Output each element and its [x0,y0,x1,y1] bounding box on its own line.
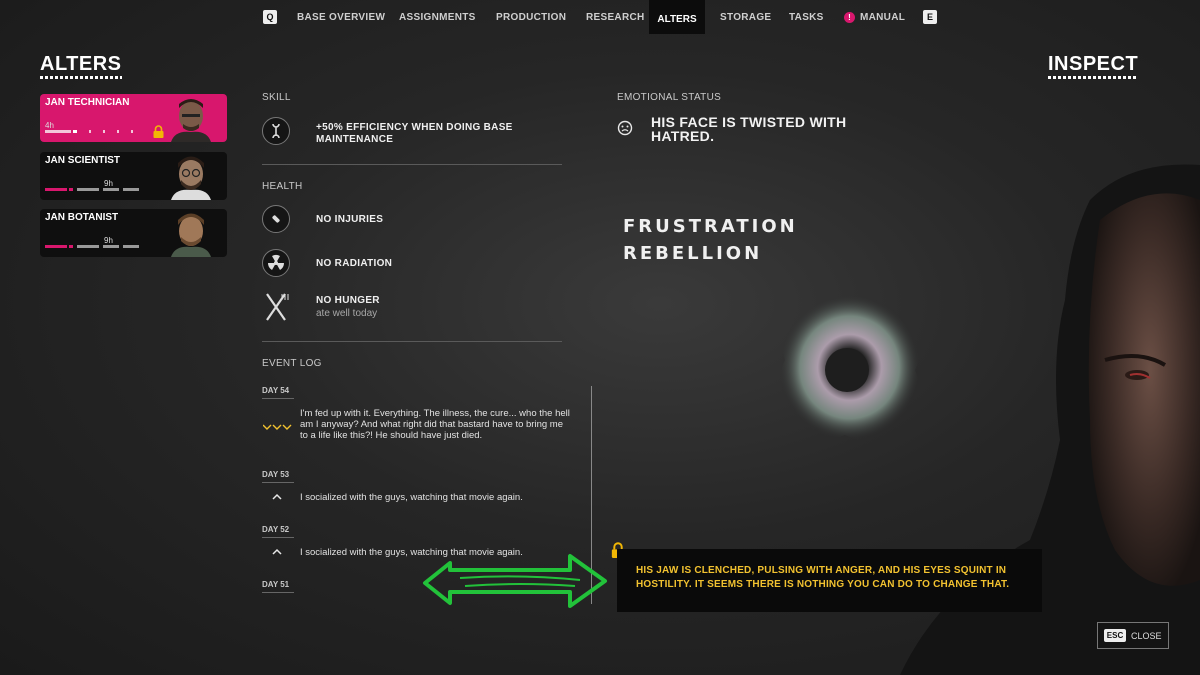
divider [262,341,562,342]
tooltip-text: HIS JAW IS CLENCHED, PULSING WITH ANGER,… [636,565,1010,590]
tab-alters[interactable]: ALTERS [649,0,705,34]
alter-card-technician[interactable]: JAN TECHNICIAN 4h [40,94,227,142]
divider [262,482,294,483]
divider [262,398,294,399]
tab-production[interactable]: PRODUCTION [496,12,566,23]
event-entry-text: I'm fed up with it. Everything. The illn… [300,408,570,441]
health-label: HEALTH [262,181,303,192]
health-radiation-text: NO RADIATION [316,258,393,269]
page-title: ALTERS [40,53,122,79]
alter-portrait [171,99,211,142]
alter-portrait [171,213,211,257]
tab-assignments[interactable]: ASSIGNMENTS [399,12,476,23]
event-day: DAY 51 [262,580,290,589]
alter-name: JAN TECHNICIAN [45,97,130,108]
lock-icon [153,125,164,138]
frown-face-icon [617,120,633,136]
emotion-smoke-visual [778,294,921,441]
bandage-icon [262,205,290,233]
close-button[interactable]: ESC CLOSE [1097,622,1169,649]
up-chevron-icon [272,493,282,500]
prev-tab-key-hint[interactable]: Q [263,10,277,24]
health-hunger-subtext: ate well today [316,308,378,319]
alter-hours: 4h [45,121,54,130]
up-chevron-icon [272,548,282,555]
work-hours-bar [45,245,139,248]
tab-alters-label: ALTERS [657,14,697,25]
inspect-title: INSPECT [1048,53,1139,79]
esc-key-hint: ESC [1104,629,1126,642]
close-label: CLOSE [1131,631,1162,641]
health-injuries-text: NO INJURIES [316,214,384,225]
event-day: DAY 52 [262,525,290,534]
work-hours-bar [45,188,139,191]
emotion-word: REBELLION [623,243,763,264]
tab-storage[interactable]: STORAGE [720,12,771,23]
alter-hours: 9h [104,179,113,188]
health-hunger-text: NO HUNGER [316,295,380,306]
fork-knife-icon [266,293,289,321]
top-navigation: Q BASE OVERVIEW ASSIGNMENTS PRODUCTION R… [0,0,1200,34]
skill-text: +50% EFFICIENCY WHEN DOING BASE MAINTENA… [316,122,513,145]
emotion-word: FRUSTRATION [623,216,798,237]
alter-name: JAN SCIENTIST [45,155,121,166]
event-day: DAY 54 [262,386,290,395]
skill-label: SKILL [262,92,291,103]
divider [262,592,294,593]
next-tab-key-hint[interactable]: E [923,10,937,24]
divider [262,164,562,165]
radiation-icon [262,249,290,277]
tab-tasks[interactable]: TASKS [789,12,824,23]
alter-portrait [171,156,211,200]
tab-base-overview[interactable]: BASE OVERVIEW [297,12,385,23]
alter-card-scientist[interactable]: JAN SCIENTIST 9h [40,152,227,200]
manual-alert-icon: ! [844,12,855,23]
annotation-arrow [423,554,607,608]
tab-manual[interactable]: MANUAL [860,12,905,23]
alter-card-botanist[interactable]: JAN BOTANIST 9h [40,209,227,257]
event-log-label: EVENT LOG [262,358,322,369]
alter-hours: 9h [104,236,113,245]
emotional-status-label: EMOTIONAL STATUS [617,92,722,103]
event-entry-text: I socialized with the guys, watching tha… [300,492,523,503]
work-hours-bar [45,130,133,133]
wrench-icon [262,117,290,145]
locked-emotion-tooltip: HIS JAW IS CLENCHED, PULSING WITH ANGER,… [617,549,1042,612]
emotional-status-text: HIS FACE IS TWISTED WITH HATRED. [651,114,847,144]
tab-research[interactable]: RESEARCH [586,12,645,23]
alter-name: JAN BOTANIST [45,212,119,223]
triple-down-chevron-icon [263,424,292,430]
divider [262,537,294,538]
event-day: DAY 53 [262,470,290,479]
